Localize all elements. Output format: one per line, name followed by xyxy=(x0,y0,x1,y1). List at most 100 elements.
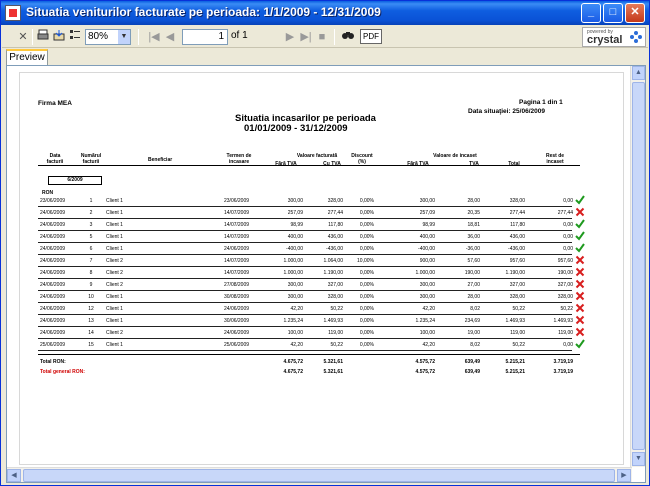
cell-term: 14/07/2009 xyxy=(224,270,250,276)
stop-icon[interactable]: ■ xyxy=(316,29,328,45)
cell-no-vat: 300,00 xyxy=(287,282,303,288)
scroll-thumb[interactable] xyxy=(632,82,645,450)
first-page-icon[interactable]: |◀ xyxy=(148,29,160,45)
row-separator xyxy=(38,242,572,243)
cell-with-vat: 436,00 xyxy=(327,234,343,240)
cell-number: 14 xyxy=(88,330,94,336)
cell-vat: 8,02 xyxy=(470,342,480,348)
total-remaining: 3.719,19 xyxy=(553,359,573,365)
pdf-export-button[interactable]: PDF xyxy=(360,29,382,44)
header-rule xyxy=(38,165,580,166)
cell-date: 24/06/2009 xyxy=(40,246,66,252)
cell-client: Client 1 xyxy=(106,198,123,204)
header-invoiced-group: Valoare facturată xyxy=(296,153,338,159)
row-separator xyxy=(38,290,572,291)
cell-remaining: 0,00 xyxy=(563,246,573,252)
cell-with-vat: 1.469,93 xyxy=(323,318,343,324)
tab-bar: Preview xyxy=(2,49,648,65)
cell-total: 277,44 xyxy=(509,210,525,216)
cell-client: Client 1 xyxy=(106,306,123,312)
total-total: 5.215,21 xyxy=(505,359,525,365)
chevron-down-icon[interactable]: ▼ xyxy=(118,30,130,44)
scroll-up-arrow-icon[interactable]: ▲ xyxy=(632,66,645,80)
currency-group: RON xyxy=(42,190,54,196)
header-collected-group: Valoare de incaset xyxy=(433,153,477,159)
header-number: Numărul facturii xyxy=(80,153,102,165)
cell-term: 25/06/2009 xyxy=(224,342,250,348)
cell-vat: 27,00 xyxy=(467,282,480,288)
cell-number: 7 xyxy=(89,258,93,264)
row-separator xyxy=(38,302,572,303)
cell-date: 24/06/2009 xyxy=(40,318,66,324)
title-bar[interactable]: Situatia veniturilor facturate pe perioa… xyxy=(1,1,649,25)
toolbar-separator xyxy=(334,29,335,45)
row-separator xyxy=(38,350,572,351)
cell-coll-no-vat: 900,00 xyxy=(419,258,435,264)
maximize-button[interactable]: □ xyxy=(603,3,623,23)
cell-no-vat: 300,00 xyxy=(287,294,303,300)
print-icon[interactable] xyxy=(36,29,50,45)
cross-icon xyxy=(575,303,585,313)
header-date: Data facturii xyxy=(46,153,64,165)
cell-with-vat: 50,22 xyxy=(330,342,343,348)
cell-remaining: 0,00 xyxy=(563,234,573,240)
cell-client: Client 1 xyxy=(106,294,123,300)
cell-number: 5 xyxy=(89,234,93,240)
cross-icon xyxy=(575,291,585,301)
cell-client: Client 1 xyxy=(106,222,123,228)
cell-total: 328,00 xyxy=(509,198,525,204)
page-number-input[interactable]: 1 xyxy=(182,29,228,45)
total-row-label: Total RON: xyxy=(40,359,66,365)
cell-client: Client 2 xyxy=(106,282,123,288)
total-coll-no-vat: 4.575,72 xyxy=(415,369,435,375)
grand-total-row-label: Total general RON: xyxy=(40,369,85,375)
cell-number: 15 xyxy=(88,342,94,348)
next-page-icon[interactable]: ▶ xyxy=(284,29,296,45)
cell-remaining: 190,00 xyxy=(557,270,573,276)
cell-total: 1.190,00 xyxy=(505,270,525,276)
row-separator xyxy=(38,314,572,315)
cell-total: 436,00 xyxy=(509,234,525,240)
zoom-select[interactable]: 80% ▼ xyxy=(85,29,131,45)
row-separator xyxy=(38,218,572,219)
find-icon[interactable] xyxy=(340,29,356,45)
app-icon xyxy=(5,5,21,21)
header-coll-no-vat: Fără TVA xyxy=(407,161,429,167)
cell-coll-no-vat: 100,00 xyxy=(419,330,435,336)
cell-remaining: 277,44 xyxy=(557,210,573,216)
totals-rule xyxy=(38,354,580,355)
close-button[interactable]: ✕ xyxy=(625,3,645,23)
group-tree-icon[interactable] xyxy=(68,29,82,45)
scroll-down-arrow-icon[interactable]: ▼ xyxy=(632,452,645,466)
cell-term: 27/08/2009 xyxy=(224,282,250,288)
horizontal-scrollbar[interactable]: ◀ ▶ xyxy=(7,467,632,482)
row-separator xyxy=(38,230,572,231)
last-page-icon[interactable]: ▶| xyxy=(300,29,312,45)
cell-number: 9 xyxy=(89,282,93,288)
cell-number: 1 xyxy=(89,198,93,204)
cell-discount: 0,00% xyxy=(359,294,374,300)
header-client: Beneficiar xyxy=(148,157,173,163)
minimize-button[interactable]: _ xyxy=(581,3,601,23)
cell-client: Client 1 xyxy=(106,234,123,240)
cell-vat: 18,81 xyxy=(467,222,480,228)
scroll-left-arrow-icon[interactable]: ◀ xyxy=(7,469,21,482)
cell-vat: 57,60 xyxy=(467,258,480,264)
cell-number: 8 xyxy=(89,270,93,276)
cell-remaining: 119,00 xyxy=(558,330,573,336)
vertical-scrollbar[interactable]: ▲ ▼ xyxy=(630,66,645,467)
previous-page-icon[interactable]: ◀ xyxy=(164,29,176,45)
cell-no-vat: 1.000,00 xyxy=(283,270,303,276)
close-view-icon[interactable]: ✕ xyxy=(16,29,30,45)
scroll-thumb[interactable] xyxy=(23,469,615,482)
cell-number: 12 xyxy=(88,306,94,312)
cell-discount: 0,00% xyxy=(359,282,374,288)
tab-preview[interactable]: Preview xyxy=(6,49,48,65)
check-icon xyxy=(575,231,585,241)
scroll-right-arrow-icon[interactable]: ▶ xyxy=(617,469,631,482)
cell-coll-no-vat: 300,00 xyxy=(419,198,435,204)
cell-date: 24/06/2009 xyxy=(40,330,66,336)
export-icon[interactable] xyxy=(52,29,66,45)
row-separator xyxy=(38,278,572,279)
cell-total: 50,22 xyxy=(512,342,525,348)
